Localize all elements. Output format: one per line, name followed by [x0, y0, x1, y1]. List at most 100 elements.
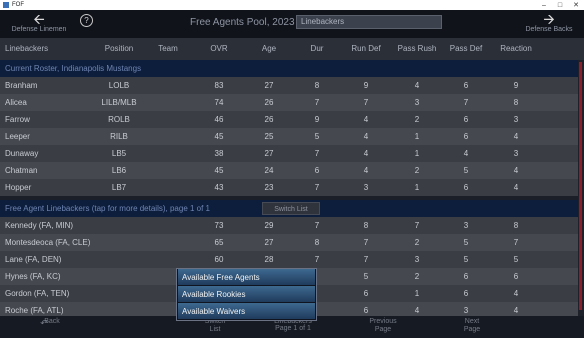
roster-row[interactable]: Chatman LB6 45 24 6 4 2 5 4	[0, 162, 578, 179]
cell-pos: ROLB	[108, 115, 130, 124]
available-free-agents-option[interactable]: Available Free Agents	[178, 269, 315, 286]
col-header[interactable]: Team	[142, 45, 194, 53]
position-select[interactable]: Linebackers	[296, 15, 442, 29]
screen-header: 🡨 Defense Linemen ? Free Agents Pool, 20…	[0, 10, 584, 38]
available-rookies-option[interactable]: Available Rookies	[178, 286, 315, 303]
arrow-left-icon: 🡨	[33, 11, 45, 27]
cell-run: 4	[363, 132, 369, 141]
cell-ovr: 45	[214, 166, 224, 175]
cell-dur: 6	[314, 166, 320, 175]
cell-pdef: 4	[463, 149, 469, 158]
cell-name: Dunaway	[5, 149, 39, 158]
cell-rea: 5	[513, 255, 519, 264]
roster-row[interactable]: Hopper LB7 43 23 7 3 1 6 4	[0, 179, 578, 196]
free-agent-row[interactable]: Lane (FA, DEN) 60 28 7 7 3 5 5	[0, 251, 578, 268]
cell-pdef: 6	[463, 272, 469, 281]
cell-rea: 8	[513, 98, 519, 107]
roster-row[interactable]: Leeper RILB 45 25 5 4 1 6 4	[0, 128, 578, 145]
close-button[interactable]: ✕	[568, 0, 584, 10]
col-header[interactable]: Run Def	[340, 45, 392, 53]
app-icon	[3, 2, 9, 8]
col-header[interactable]: Dur	[294, 45, 340, 53]
cell-dur: 8	[314, 81, 320, 90]
cell-pos: LB6	[111, 166, 127, 175]
column-header-row: Linebackers Position Team OVR Age Dur Ru…	[0, 38, 584, 60]
cell-rush: 3	[414, 98, 420, 107]
previous-page-label: Previous Page	[369, 318, 397, 333]
back-button[interactable]: ↶ Back	[24, 318, 64, 336]
roster-row[interactable]: Alicea LILB/MLB 74 26 7 7 3 7 8	[0, 94, 578, 111]
cell-rush: 1	[414, 183, 420, 192]
col-header[interactable]: Age	[244, 45, 294, 53]
cell-name: Farrow	[5, 115, 30, 124]
cell-name: Kennedy (FA, MIN)	[5, 221, 74, 230]
cell-pos: LB7	[111, 183, 127, 192]
maximize-button[interactable]: □	[552, 0, 568, 10]
cell-dur: 8	[314, 238, 320, 247]
cell-rea: 4	[513, 132, 519, 141]
col-header[interactable]: Pass Rush	[392, 45, 442, 53]
col-header[interactable]: Reaction	[490, 45, 542, 53]
cell-ovr: 83	[214, 81, 224, 90]
switch-list-button[interactable]: Switch List	[262, 202, 320, 215]
cell-age: 27	[264, 81, 274, 90]
cell-run: 4	[363, 166, 369, 175]
cell-rush: 1	[414, 289, 420, 298]
cell-ovr: 65	[214, 238, 224, 247]
cell-name: Montesdeoca (FA, CLE)	[5, 238, 91, 247]
roster-row[interactable]: Dunaway LB5 38 27 7 4 1 4 3	[0, 145, 578, 162]
available-waivers-option[interactable]: Available Waivers	[178, 303, 315, 320]
cell-pdef: 3	[463, 221, 469, 230]
cell-ovr: 43	[214, 183, 224, 192]
scrollbar-thumb[interactable]	[579, 62, 582, 310]
cell-pdef: 6	[463, 115, 469, 124]
cell-name: Hynes (FA, KC)	[5, 272, 61, 281]
cell-dur: 5	[314, 132, 320, 141]
col-header[interactable]: Linebackers	[0, 45, 96, 53]
cell-pdef: 5	[463, 238, 469, 247]
col-header[interactable]: Position	[96, 45, 142, 53]
cell-rush: 2	[414, 238, 420, 247]
cell-pdef: 6	[463, 183, 469, 192]
col-header[interactable]: OVR	[194, 45, 244, 53]
cell-rea: 7	[513, 238, 519, 247]
cell-rush: 2	[414, 272, 420, 281]
next-page-button[interactable]: Next Page	[446, 318, 486, 336]
scrollbar[interactable]	[578, 60, 584, 316]
cell-pdef: 6	[463, 132, 469, 141]
minimize-button[interactable]: –	[536, 0, 552, 10]
cell-ovr: 46	[214, 115, 224, 124]
cell-pdef: 5	[463, 255, 469, 264]
cell-run: 3	[363, 183, 369, 192]
help-icon[interactable]: ?	[80, 14, 93, 27]
prev-position-button[interactable]: 🡨 Defense Linemen	[6, 12, 72, 36]
next-position-button[interactable]: 🡪 Defense Backs	[516, 12, 582, 36]
col-header[interactable]: Pass Def	[442, 45, 490, 53]
cell-rush: 3	[414, 255, 420, 264]
cell-run: 4	[363, 115, 369, 124]
cell-run: 7	[363, 98, 369, 107]
cell-rush: 7	[414, 221, 420, 230]
previous-page-button[interactable]: Previous Page	[356, 318, 398, 336]
roster-row[interactable]: Branham LOLB 83 27 8 9 4 6 9	[0, 77, 578, 94]
cell-rea: 6	[513, 272, 519, 281]
roster-section-header: Current Roster, Indianapolis Mustangs	[0, 60, 578, 77]
cell-name: Hopper	[5, 183, 32, 192]
cell-name: Chatman	[5, 166, 38, 175]
roster-row[interactable]: Farrow ROLB 46 26 9 4 2 6 3	[0, 111, 578, 128]
cell-pdef: 7	[463, 98, 469, 107]
cell-run: 6	[363, 289, 369, 298]
window-title: FOF	[12, 2, 24, 8]
cell-rush: 2	[414, 166, 420, 175]
title-bar: FOF – □ ✕	[0, 0, 584, 10]
cell-age: 26	[264, 115, 274, 124]
cell-age: 26	[264, 98, 274, 107]
cell-pdef: 6	[463, 81, 469, 90]
cell-run: 6	[363, 306, 369, 315]
cell-rush: 1	[414, 149, 420, 158]
free-agent-row[interactable]: Montesdeoca (FA, CLE) 65 27 8 7 2 5 7	[0, 234, 578, 251]
cell-dur: 7	[314, 149, 320, 158]
cell-ovr: 38	[214, 149, 224, 158]
cell-age: 24	[264, 166, 274, 175]
free-agent-row[interactable]: Kennedy (FA, MIN) 73 29 7 8 7 3 8	[0, 217, 578, 234]
